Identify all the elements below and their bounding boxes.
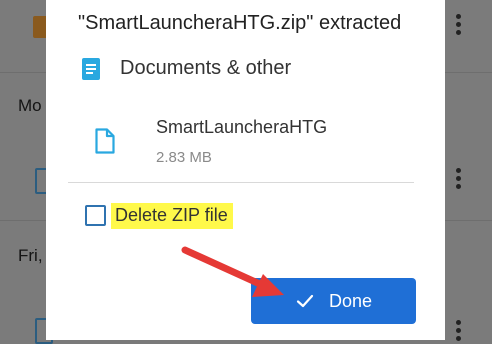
date-header: Fri,: [18, 246, 43, 265]
extraction-dialog: "SmartLauncheraHTG.zip" extracted Docume…: [46, 0, 445, 340]
done-button[interactable]: Done: [251, 278, 416, 324]
done-button-label: Done: [328, 290, 373, 311]
more-options-icon[interactable]: [456, 320, 462, 342]
file-name[interactable]: SmartLauncheraHTG: [156, 117, 327, 138]
file-icon: [95, 128, 115, 154]
delete-zip-label[interactable]: Delete ZIP file: [111, 203, 233, 229]
file-size: 2.83 MB: [156, 149, 212, 166]
section-label: Documents & other: [120, 57, 292, 79]
dialog-title: "SmartLauncheraHTG.zip" extracted: [78, 12, 402, 34]
check-icon: [296, 294, 314, 308]
date-header: Mo: [18, 96, 42, 115]
more-options-icon[interactable]: [456, 14, 462, 36]
divider: [68, 182, 414, 183]
document-icon: [82, 58, 100, 80]
more-options-icon[interactable]: [456, 168, 462, 190]
delete-zip-checkbox[interactable]: [85, 205, 106, 226]
